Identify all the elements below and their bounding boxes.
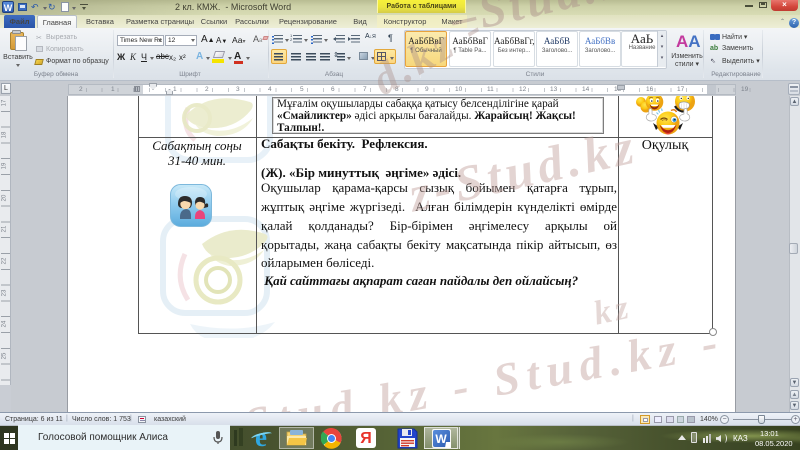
svg-text:W: W xyxy=(435,432,447,446)
